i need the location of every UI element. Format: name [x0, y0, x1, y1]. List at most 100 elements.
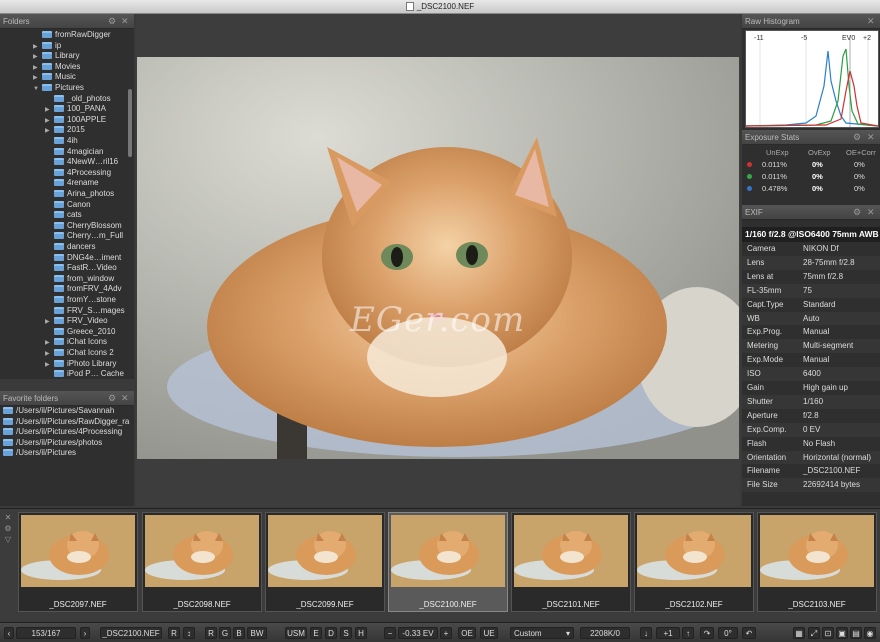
filmstrip-thumbnail[interactable]: _DSC2101.NEF: [511, 512, 631, 612]
folder-item[interactable]: fromRawDigger: [33, 30, 111, 41]
folder-item[interactable]: ▶ Music: [33, 72, 76, 83]
channel-r-button[interactable]: R: [205, 627, 217, 639]
rotate-right-icon[interactable]: ↷: [700, 627, 714, 639]
oe-button[interactable]: OE: [458, 627, 476, 639]
filmstrip-thumbnail[interactable]: _DSC2099.NEF: [265, 512, 385, 612]
filmstrip-thumbnail[interactable]: _DSC2097.NEF: [18, 512, 138, 612]
fill-icon[interactable]: ▣: [836, 627, 848, 639]
chevron-down-icon[interactable]: ▼: [33, 84, 42, 95]
exif-value: Multi-segment: [803, 341, 854, 351]
folder-item[interactable]: 4Processing: [45, 168, 111, 179]
folder-item[interactable]: ▶ Movies: [33, 62, 80, 73]
thumbnail-image: [145, 515, 259, 587]
channel-bw-button[interactable]: BW: [247, 627, 267, 639]
cat-photo-illustration: [137, 57, 739, 459]
favorites-list[interactable]: /Users/il/Pictures/Savannah/Users/il/Pic…: [0, 406, 134, 506]
close-icon[interactable]: ✕: [121, 391, 129, 406]
close-icon[interactable]: ✕: [867, 14, 875, 29]
folder-item[interactable]: Canon: [45, 200, 91, 211]
gear-icon[interactable]: ⚙: [108, 14, 116, 29]
close-icon[interactable]: ✕: [867, 130, 875, 145]
rotate-left-icon[interactable]: ↶: [742, 627, 756, 639]
folder-item[interactable]: ▶ Library: [33, 51, 79, 62]
close-icon[interactable]: ✕: [121, 14, 129, 29]
folder-item[interactable]: dancers: [45, 242, 95, 253]
exif-value: Manual: [803, 355, 830, 365]
flip-button[interactable]: ↕: [183, 627, 195, 639]
folder-item[interactable]: _old_photos: [45, 94, 111, 105]
ev-minus-button[interactable]: −: [384, 627, 396, 639]
folder-item[interactable]: ▶ FRV_Video: [45, 316, 108, 327]
mode-e-button[interactable]: E: [310, 627, 322, 639]
favorite-folder-item[interactable]: /Users/il/Pictures/Savannah: [0, 406, 134, 417]
filter-icon[interactable]: ▽: [2, 534, 14, 545]
filmstrip-thumbnail[interactable]: _DSC2103.NEF: [757, 512, 877, 612]
folder-item[interactable]: ▶ iChat Icons 2: [45, 348, 114, 359]
folder-item[interactable]: Cherry…m_Full: [45, 231, 123, 242]
folder-item[interactable]: Arina_photos: [45, 189, 114, 200]
fit-icon[interactable]: ⊡: [822, 627, 834, 639]
grid-icon[interactable]: ▦: [793, 627, 805, 639]
filmstrip-thumbnail[interactable]: _DSC2098.NEF: [142, 512, 262, 612]
gear-icon[interactable]: ⚙: [2, 523, 14, 534]
folders-tree[interactable]: fromRawDigger ▶ ip ▶ Library ▶ Movies ▶ Music ▼ Pi…: [0, 29, 134, 379]
close-icon[interactable]: ✕: [867, 205, 875, 220]
filmstrip-thumbnail[interactable]: _DSC2100.NEF: [388, 512, 508, 612]
close-icon[interactable]: ✕: [2, 512, 14, 523]
folder-item[interactable]: iPod P… Cache: [45, 369, 124, 379]
folder-item[interactable]: 4ih: [45, 136, 78, 147]
arrow-up-icon[interactable]: ↑: [682, 627, 694, 639]
filmstrip-thumbnail[interactable]: _DSC2102.NEF: [634, 512, 754, 612]
settings-icon[interactable]: ◉: [864, 627, 876, 639]
folder-item[interactable]: FRV_S…mages: [45, 306, 125, 317]
folder-item[interactable]: 4NewW…ril16: [45, 157, 118, 168]
profile-select[interactable]: Custom ▾: [510, 627, 574, 639]
favorite-folder-item[interactable]: /Users/il/Pictures/RawDigger_ra: [0, 417, 134, 428]
channel-g-button[interactable]: G: [219, 627, 231, 639]
gear-icon[interactable]: ⚙: [853, 130, 861, 145]
mode-s-button[interactable]: S: [340, 627, 352, 639]
favorite-folder-item[interactable]: /Users/il/Pictures/photos: [0, 438, 134, 449]
folder-item[interactable]: ▶ iChat Icons: [45, 337, 107, 348]
exif-row: Lens at 75mm f/2.8: [742, 269, 880, 284]
fullscreen-icon[interactable]: ⤢: [808, 627, 820, 639]
folder-item[interactable]: ▶ 2015: [45, 125, 85, 136]
folder-icon: [54, 221, 64, 229]
favorites-panel-header: Favorite folders ⚙ ✕: [0, 391, 134, 406]
mode-h-button[interactable]: H: [355, 627, 367, 639]
mode-d-button[interactable]: D: [325, 627, 337, 639]
favorite-folder-item[interactable]: /Users/il/Pictures: [0, 448, 134, 459]
ev-plus-button[interactable]: +: [440, 627, 452, 639]
folder-item[interactable]: 4magician: [45, 147, 103, 158]
folders-scrollbar[interactable]: [128, 89, 132, 157]
ue-button[interactable]: UE: [480, 627, 498, 639]
gear-icon[interactable]: ⚙: [853, 205, 861, 220]
folder-item[interactable]: cats: [45, 210, 82, 221]
stat-header-ovexp: OvExp: [808, 148, 831, 157]
folder-item[interactable]: ▶ ip: [33, 41, 61, 52]
folder-item[interactable]: Greece_2010: [45, 327, 115, 338]
folder-item[interactable]: ▼ Pictures: [33, 83, 84, 94]
folder-item[interactable]: CherryBlossom: [45, 221, 122, 232]
r-button[interactable]: R: [168, 627, 180, 639]
usm-button[interactable]: USM: [285, 627, 307, 639]
prev-icon[interactable]: ‹: [4, 627, 14, 639]
gear-icon[interactable]: ⚙: [108, 391, 116, 406]
folder-item[interactable]: fromY…stone: [45, 295, 116, 306]
folder-item[interactable]: ▶ 100APPLE: [45, 115, 106, 126]
thumbnail-filename: _DSC2098.NEF: [173, 600, 231, 609]
folder-item[interactable]: FastR…Video: [45, 263, 117, 274]
main-photo[interactable]: [137, 57, 739, 459]
folder-item[interactable]: 4rename: [45, 178, 99, 189]
picture-icon[interactable]: ▤: [850, 627, 862, 639]
favorite-folder-item[interactable]: /Users/il/Pictures/4Processing: [0, 427, 134, 438]
arrow-down-icon[interactable]: ↓: [640, 627, 652, 639]
folder-item[interactable]: ▶ 100_PANA: [45, 104, 106, 115]
thumbnail-filename: _DSC2102.NEF: [665, 600, 723, 609]
folder-item[interactable]: ▶ iPhoto Library: [45, 359, 116, 370]
folder-item[interactable]: from_window: [45, 274, 114, 285]
next-icon[interactable]: ›: [80, 627, 90, 639]
channel-b-button[interactable]: B: [233, 627, 245, 639]
folder-item[interactable]: DNG4e…iment: [45, 253, 121, 264]
folder-item[interactable]: fromFRV_4Adv: [45, 284, 122, 295]
